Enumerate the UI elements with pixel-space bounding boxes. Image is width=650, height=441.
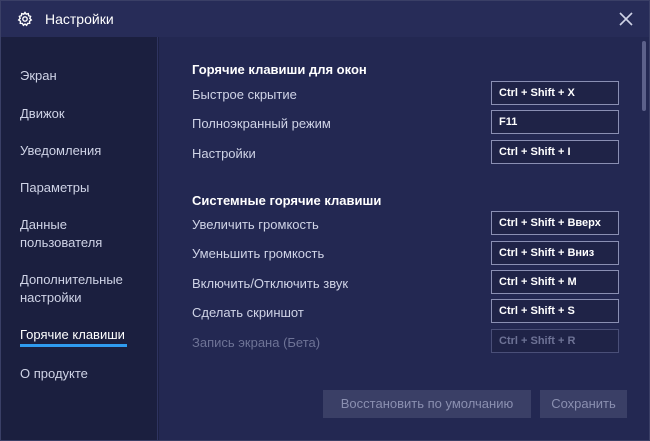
section-title-system-hotkeys: Системные горячие клавиши [192,193,382,208]
sidebar-item-hotkeys[interactable]: Горячие клавиши [20,326,125,344]
sidebar-item-user-data[interactable]: Данные пользователя [20,216,102,252]
save-button[interactable]: Сохранить [540,390,627,418]
hotkey-input-fullscreen[interactable]: F11 [491,110,619,134]
sidebar-item-parameters[interactable]: Параметры [20,179,89,197]
hotkey-input-volume-up[interactable]: Ctrl + Shift + Вверх [491,211,619,235]
sidebar-item-advanced[interactable]: Дополнительные настройки [20,271,123,307]
hotkey-input-mute[interactable]: Ctrl + Shift + M [491,270,619,294]
hotkey-label-volume-up: Увеличить громкость [192,217,319,232]
sidebar-item-screen[interactable]: Экран [20,67,57,85]
restore-defaults-button[interactable]: Восстановить по умолчанию [323,390,531,418]
hotkey-label-screenshot: Сделать скриншот [192,305,304,320]
sidebar-item-engine[interactable]: Движок [20,105,65,123]
settings-window: Настройки Экран Движок Уведомления Парам… [0,0,650,441]
window-title: Настройки [45,11,114,27]
sidebar-item-about[interactable]: О продукте [20,365,88,383]
hotkey-input-quick-hide[interactable]: Ctrl + Shift + X [491,81,619,105]
hotkey-input-volume-down[interactable]: Ctrl + Shift + Вниз [491,241,619,265]
hotkey-label-quick-hide: Быстрое скрытие [192,87,297,102]
hotkey-input-screenshot[interactable]: Ctrl + Shift + S [491,299,619,323]
section-title-window-hotkeys: Горячие клавиши для окон [192,62,367,77]
sidebar-item-label-line2: настройки [20,290,82,305]
hotkey-input-screen-record: Ctrl + Shift + R [491,329,619,353]
sidebar: Экран Движок Уведомления Параметры Данны… [1,37,158,440]
sidebar-item-notifications[interactable]: Уведомления [20,142,101,160]
hotkey-label-fullscreen: Полноэкранный режим [192,116,331,131]
active-tab-indicator [20,344,127,347]
scrollbar[interactable] [642,41,646,111]
hotkeys-panel: Горячие клавиши для окон Быстрое скрытие… [159,37,649,440]
hotkey-label-screen-record: Запись экрана (Бета) [192,335,321,350]
title-bar: Настройки [1,1,649,37]
sidebar-item-label-line1: Дополнительные [20,272,123,287]
sidebar-item-label-line2: пользователя [20,235,103,250]
hotkey-label-volume-down: Уменьшить громкость [192,246,325,261]
sidebar-item-label-line1: Данные [20,217,67,232]
hotkey-label-settings: Настройки [192,146,256,161]
hotkey-input-settings[interactable]: Ctrl + Shift + I [491,140,619,164]
close-icon[interactable] [617,10,635,28]
gear-icon [17,11,33,27]
hotkey-label-mute: Включить/Отключить звук [192,276,349,291]
